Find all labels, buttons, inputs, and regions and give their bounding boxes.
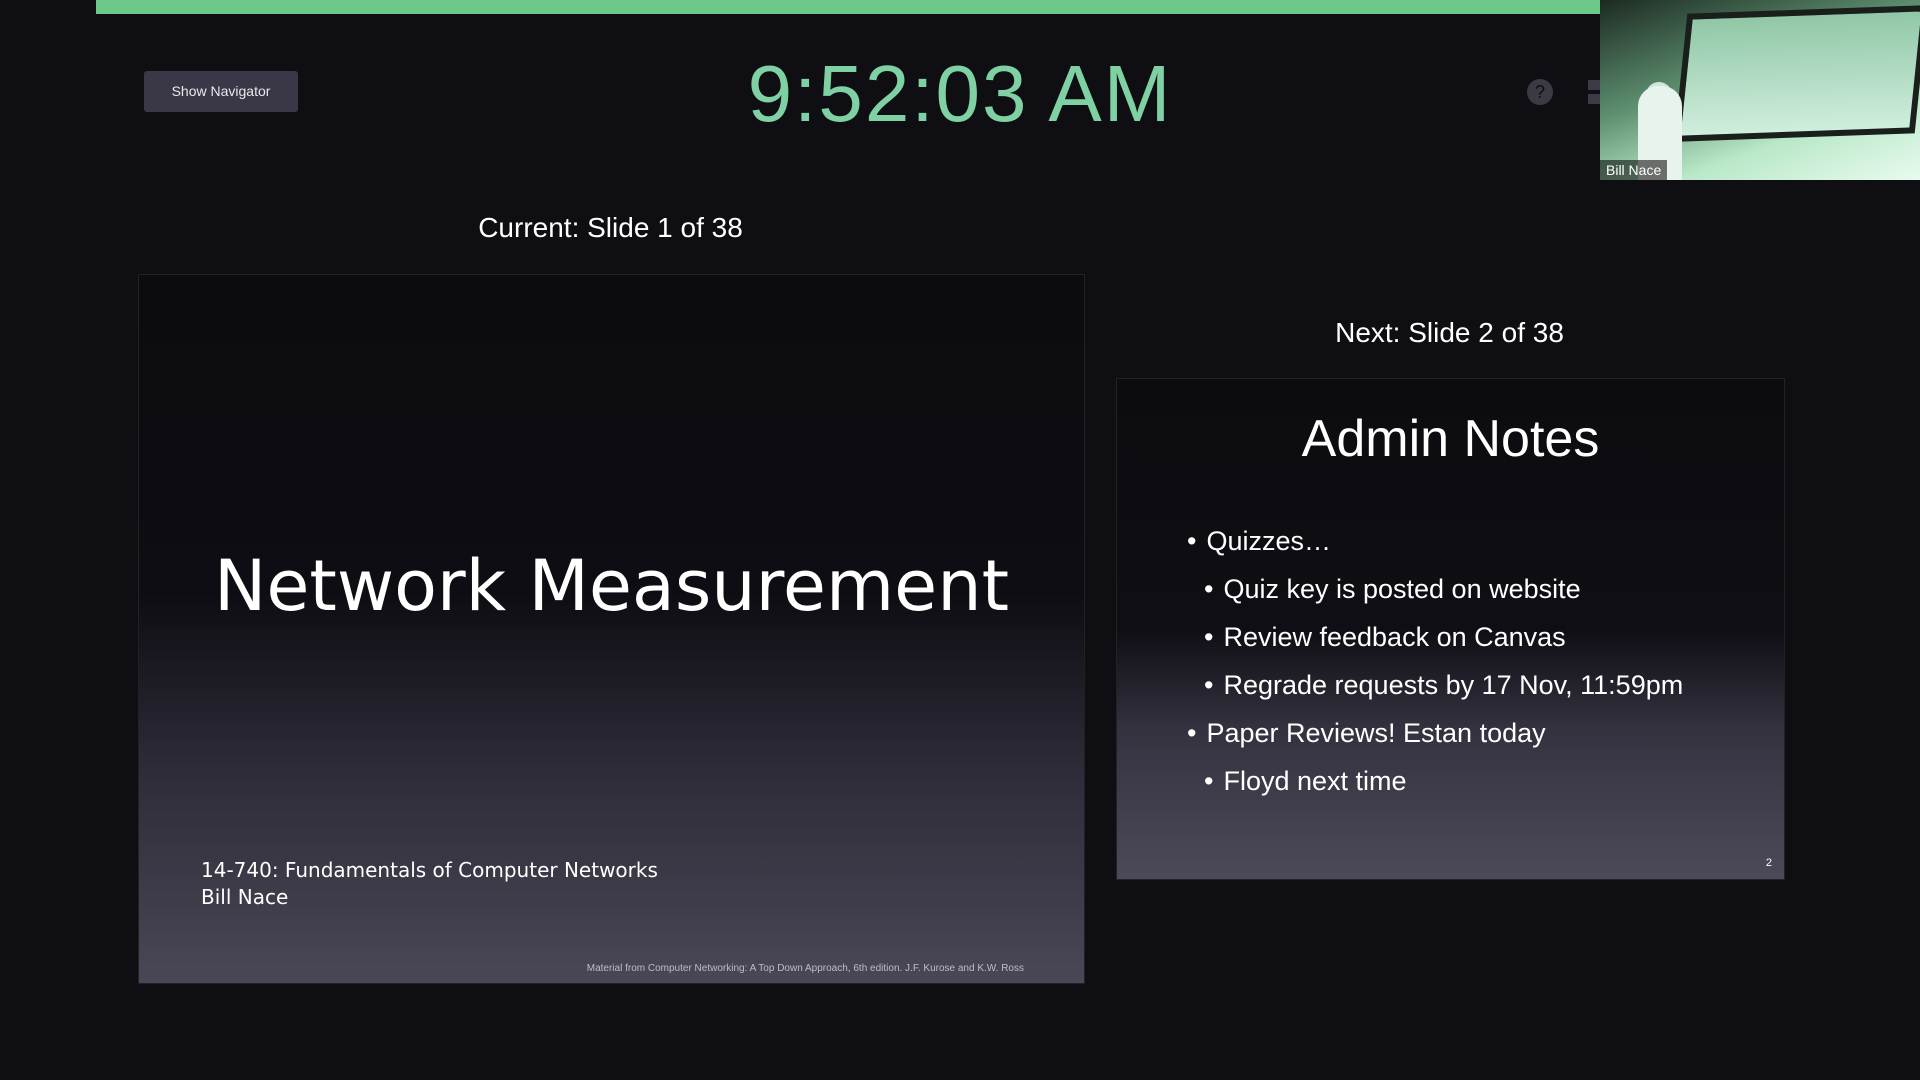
bullet-item: Paper Reviews! Estan today: [1187, 709, 1683, 757]
bullet-item: Regrade requests by 17 Nov, 11:59pm: [1187, 661, 1683, 709]
bullet-item: Floyd next time: [1187, 757, 1683, 805]
slide-credit: Material from Computer Networking: A Top…: [586, 963, 1024, 974]
bullet-item: Quiz key is posted on website: [1187, 565, 1683, 613]
question-circle-icon[interactable]: ?: [1526, 78, 1554, 106]
webcam-name-label: Bill Nace: [1600, 160, 1668, 180]
projector-screen-image: [1674, 5, 1920, 142]
next-slide-preview: Admin Notes Quizzes… Quiz key is posted …: [1116, 378, 1785, 880]
current-slide-subtitle: 14-740: Fundamentals of Computer Network…: [201, 857, 658, 911]
author-name: Bill Nace: [201, 885, 289, 909]
next-slide-bullets: Quizzes… Quiz key is posted on website R…: [1187, 517, 1683, 805]
current-slide-title: Network Measurement: [213, 545, 1010, 627]
bullet-item: Quizzes…: [1187, 517, 1683, 565]
next-slide-title: Admin Notes: [1301, 410, 1600, 468]
webcam-video: Bill Nace: [1600, 0, 1920, 180]
bullet-item: Review feedback on Canvas: [1187, 613, 1683, 661]
svg-text:?: ?: [1535, 82, 1545, 102]
top-accent-bar: [96, 0, 1600, 14]
course-name: 14-740: Fundamentals of Computer Network…: [201, 858, 658, 882]
current-slide-label: Current: Slide 1 of 38: [478, 212, 743, 243]
next-slide-label: Next: Slide 2 of 38: [1335, 317, 1564, 348]
page-number: 2: [1765, 857, 1772, 869]
current-slide-preview: Network Measurement 14-740: Fundamentals…: [138, 274, 1085, 984]
